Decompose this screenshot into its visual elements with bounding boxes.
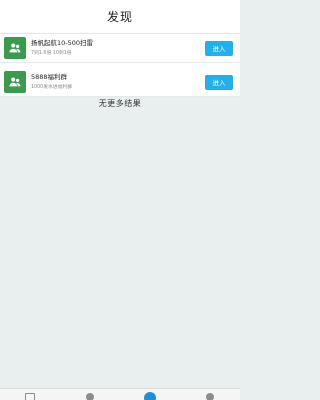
tab-contacts[interactable] bbox=[70, 389, 110, 400]
contacts-icon bbox=[86, 393, 94, 400]
group-row[interactable]: 扬帆起航10-500扫雷 7到1.6倍 10到1倍 进入 bbox=[0, 34, 240, 63]
tab-document[interactable] bbox=[10, 389, 50, 400]
group-meta: 7到1.6倍 10到1倍 bbox=[31, 51, 72, 56]
group-meta: 1000发水进福利群 bbox=[31, 85, 72, 90]
join-button[interactable]: 进入 bbox=[205, 40, 233, 56]
tab-discover[interactable] bbox=[130, 389, 170, 400]
group-row[interactable]: 5888福利群 1000发水进福利群 进入 bbox=[0, 68, 240, 97]
tab-profile[interactable] bbox=[190, 389, 230, 400]
join-button[interactable]: 进入 bbox=[205, 74, 233, 90]
people-icon bbox=[4, 71, 26, 93]
discover-icon bbox=[144, 392, 156, 400]
bottom-tab-bar bbox=[0, 388, 240, 400]
group-list: 扬帆起航10-500扫雷 7到1.6倍 10到1倍 进入 5888福利群 100… bbox=[0, 34, 240, 97]
list-end-text: 无更多结果 bbox=[98, 99, 142, 108]
people-icon bbox=[4, 37, 26, 59]
app-header: 发现 bbox=[0, 0, 240, 34]
group-name: 扬帆起航10-500扫雷 bbox=[31, 39, 94, 47]
document-icon bbox=[25, 393, 35, 400]
page-title: 发现 bbox=[106, 10, 133, 24]
profile-icon bbox=[206, 393, 214, 400]
group-name: 5888福利群 bbox=[31, 73, 68, 81]
